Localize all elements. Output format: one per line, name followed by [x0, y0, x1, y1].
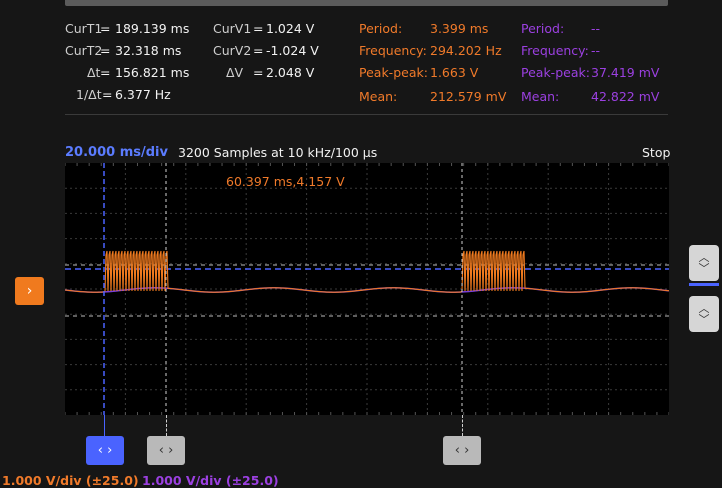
delta-t-value: 156.821 ms	[115, 65, 190, 80]
delta-v-value: 2.048 V	[266, 65, 315, 80]
ch1-frequency-value: 294.202 Hz	[430, 43, 502, 58]
run-state[interactable]: Stop	[642, 145, 670, 160]
cur-v2-eq: =	[253, 43, 264, 58]
time-per-div[interactable]: 20.000 ms/div	[65, 145, 168, 160]
cur-v2-label: CurV2	[213, 43, 252, 58]
ch1-peak-peak-value: 1.663 V	[430, 65, 479, 80]
scope-plot[interactable]	[65, 163, 669, 415]
delta-t-label: Δt	[87, 65, 101, 80]
inv-delta-t-eq: =	[102, 87, 113, 102]
inv-delta-t-value: 6.377 Hz	[115, 87, 171, 102]
cur-v1-value: 1.024 V	[266, 21, 315, 36]
ch2-level-handle[interactable]: ︿ ﹀	[689, 296, 719, 332]
ch2-peak-peak-label: Peak-peak:	[521, 65, 590, 80]
delta-v-label: ΔV	[226, 65, 244, 80]
ch1-period-value: 3.399 ms	[430, 21, 489, 36]
cursor-t2-handle[interactable]: ‹ ›	[147, 436, 185, 465]
ch2-volts-per-div[interactable]: 1.000 V/div (±25.0)	[142, 473, 279, 488]
ch1-level-indicator	[689, 283, 719, 286]
scope-svg	[65, 163, 669, 415]
trigger-marker[interactable]: ›	[15, 277, 44, 305]
ch1-mean-label: Mean:	[359, 89, 398, 104]
cur-v1-eq: =	[253, 21, 264, 36]
ch2-mean-value: 42.822 mV	[591, 89, 660, 104]
ch1-peak-peak-label: Peak-peak:	[359, 65, 428, 80]
measurement-divider	[65, 114, 668, 115]
ch2-frequency-value: --	[591, 43, 601, 58]
cur-v2-value: -1.024 V	[266, 43, 319, 58]
ch2-mean-label: Mean:	[521, 89, 560, 104]
trigger-connector	[462, 415, 464, 436]
cursor-readout: 60.397 ms,4.157 V	[226, 174, 345, 189]
ch1-frequency-label: Frequency:	[359, 43, 427, 58]
chevron-right-icon: ›	[26, 283, 33, 299]
delta-t-eq: =	[100, 65, 111, 80]
ch2-frequency-label: Frequency:	[521, 43, 589, 58]
ch1-trace	[65, 250, 669, 293]
cur-t1-label: CurT1	[65, 21, 103, 36]
cursor-t1-handle[interactable]: ‹ ›	[86, 436, 124, 465]
inv-delta-t-label: 1/Δt	[76, 87, 102, 102]
chevron-down-icon: ﹀	[698, 313, 710, 326]
ch2-period-value: --	[591, 21, 601, 36]
delta-v-eq: =	[253, 65, 264, 80]
ch1-period-label: Period:	[359, 21, 403, 36]
ch1-volts-per-div[interactable]: 1.000 V/div (±25.0)	[2, 473, 139, 488]
trigger-position-handle[interactable]: ‹ ›	[443, 436, 481, 465]
ch2-period-label: Period:	[521, 21, 565, 36]
sample-info: 3200 Samples at 10 kHz/100 µs	[178, 145, 378, 160]
cur-v1-label: CurV1	[213, 21, 252, 36]
cur-t1-value: 189.139 ms	[115, 21, 190, 36]
cur-t2-eq: =	[100, 43, 111, 58]
cur-t1-eq: =	[100, 21, 111, 36]
ch1-mean-value: 212.579 mV	[430, 89, 507, 104]
cur-t2-label: CurT2	[65, 43, 103, 58]
chevron-down-icon: ﹀	[698, 262, 710, 275]
cur-t2-value: 32.318 ms	[115, 43, 182, 58]
horizontal-arrows-icon: ‹ ›	[158, 443, 174, 458]
cursor-t2-connector	[166, 415, 168, 436]
top-scroll-bar[interactable]	[65, 0, 668, 6]
horizontal-arrows-icon: ‹ ›	[97, 443, 113, 458]
ch2-peak-peak-value: 37.419 mV	[591, 65, 660, 80]
cursor-t1-connector	[104, 415, 105, 436]
ch1-level-handle[interactable]: ︿ ﹀	[689, 245, 719, 281]
horizontal-arrows-icon: ‹ ›	[454, 443, 470, 458]
